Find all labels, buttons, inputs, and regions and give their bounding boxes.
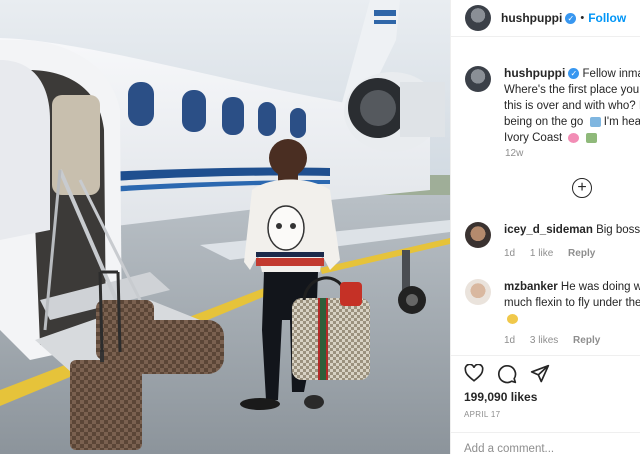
verified-badge-icon: ✓ — [568, 68, 580, 80]
post-photo[interactable] — [0, 0, 450, 454]
caption-line: Fellow inmate — [582, 68, 640, 80]
comment-timestamp[interactable]: 1d — [504, 335, 515, 346]
verified-badge-icon: ✓ — [565, 12, 577, 24]
avatar[interactable] — [465, 222, 491, 248]
comment-timestamp[interactable]: 1d — [504, 248, 515, 259]
airplane-emoji-icon — [589, 116, 601, 127]
share-icon[interactable] — [530, 364, 550, 384]
caption-line: being on the go — [504, 116, 584, 128]
caption-text: hushpuppi✓ Fellow inmate Where's the fir… — [504, 65, 640, 146]
face-emoji-icon — [507, 313, 518, 324]
caption-line: Ivory Coast — [504, 132, 563, 144]
post-date[interactable]: APRIL 17 — [464, 410, 500, 419]
post-details-panel: hushpuppi ✓ • Follow hushpuppi ✓ Fellow i… — [450, 0, 640, 454]
caption-line: this is over and with who? I — [504, 100, 640, 112]
comment-likes[interactable]: 1 like — [530, 248, 553, 259]
post-header: hushpuppi ✓ • Follow — [451, 0, 640, 37]
caption-line: Where's the first place you t — [504, 84, 640, 96]
comment-username[interactable]: icey_d_sideman — [504, 224, 593, 236]
heart-icon[interactable] — [464, 364, 484, 382]
comment-text: much flexin to fly under the — [504, 297, 640, 309]
caption-timestamp[interactable]: 12w — [505, 148, 523, 159]
comment-item: mzbanker He was doing wa much flexin to … — [465, 279, 640, 349]
comment-username[interactable]: mzbanker — [504, 281, 558, 293]
add-comment-input[interactable]: Add a comment... — [451, 432, 640, 454]
plus-circle-icon[interactable]: + — [572, 178, 592, 198]
comment-text: He was doing wa — [560, 281, 640, 293]
avatar[interactable] — [465, 5, 491, 31]
post-caption: hushpuppi✓ Fellow inmate Where's the fir… — [465, 65, 640, 146]
likes-count[interactable]: 199,090 likes — [464, 390, 537, 404]
avatar[interactable] — [465, 66, 491, 92]
header-username[interactable]: hushpuppi — [501, 11, 562, 25]
flag-emoji-icon — [568, 132, 580, 143]
comment-likes[interactable]: 3 likes — [530, 335, 558, 346]
comment-text: Big boss — [596, 224, 640, 236]
comment-body: icey_d_sideman Big boss ♥ 1d 1 like Repl… — [504, 222, 640, 262]
avatar[interactable] — [465, 279, 491, 305]
caption-line: I'm hea — [603, 116, 640, 128]
comment-body: mzbanker He was doing wa much flexin to … — [504, 279, 640, 349]
instagram-post-view: hushpuppi ✓ • Follow hushpuppi ✓ Fellow i… — [0, 0, 640, 454]
follow-button[interactable]: Follow — [588, 11, 626, 25]
reply-button[interactable]: Reply — [573, 335, 600, 346]
comment-item: icey_d_sideman Big boss ♥ 1d 1 like Repl… — [465, 222, 640, 262]
separator: • — [580, 12, 585, 24]
comment-icon[interactable] — [497, 364, 517, 384]
caption-username[interactable]: hushpuppi — [504, 66, 565, 80]
reply-button[interactable]: Reply — [568, 248, 595, 259]
post-actions — [451, 355, 640, 389]
money-emoji-icon — [585, 132, 597, 143]
